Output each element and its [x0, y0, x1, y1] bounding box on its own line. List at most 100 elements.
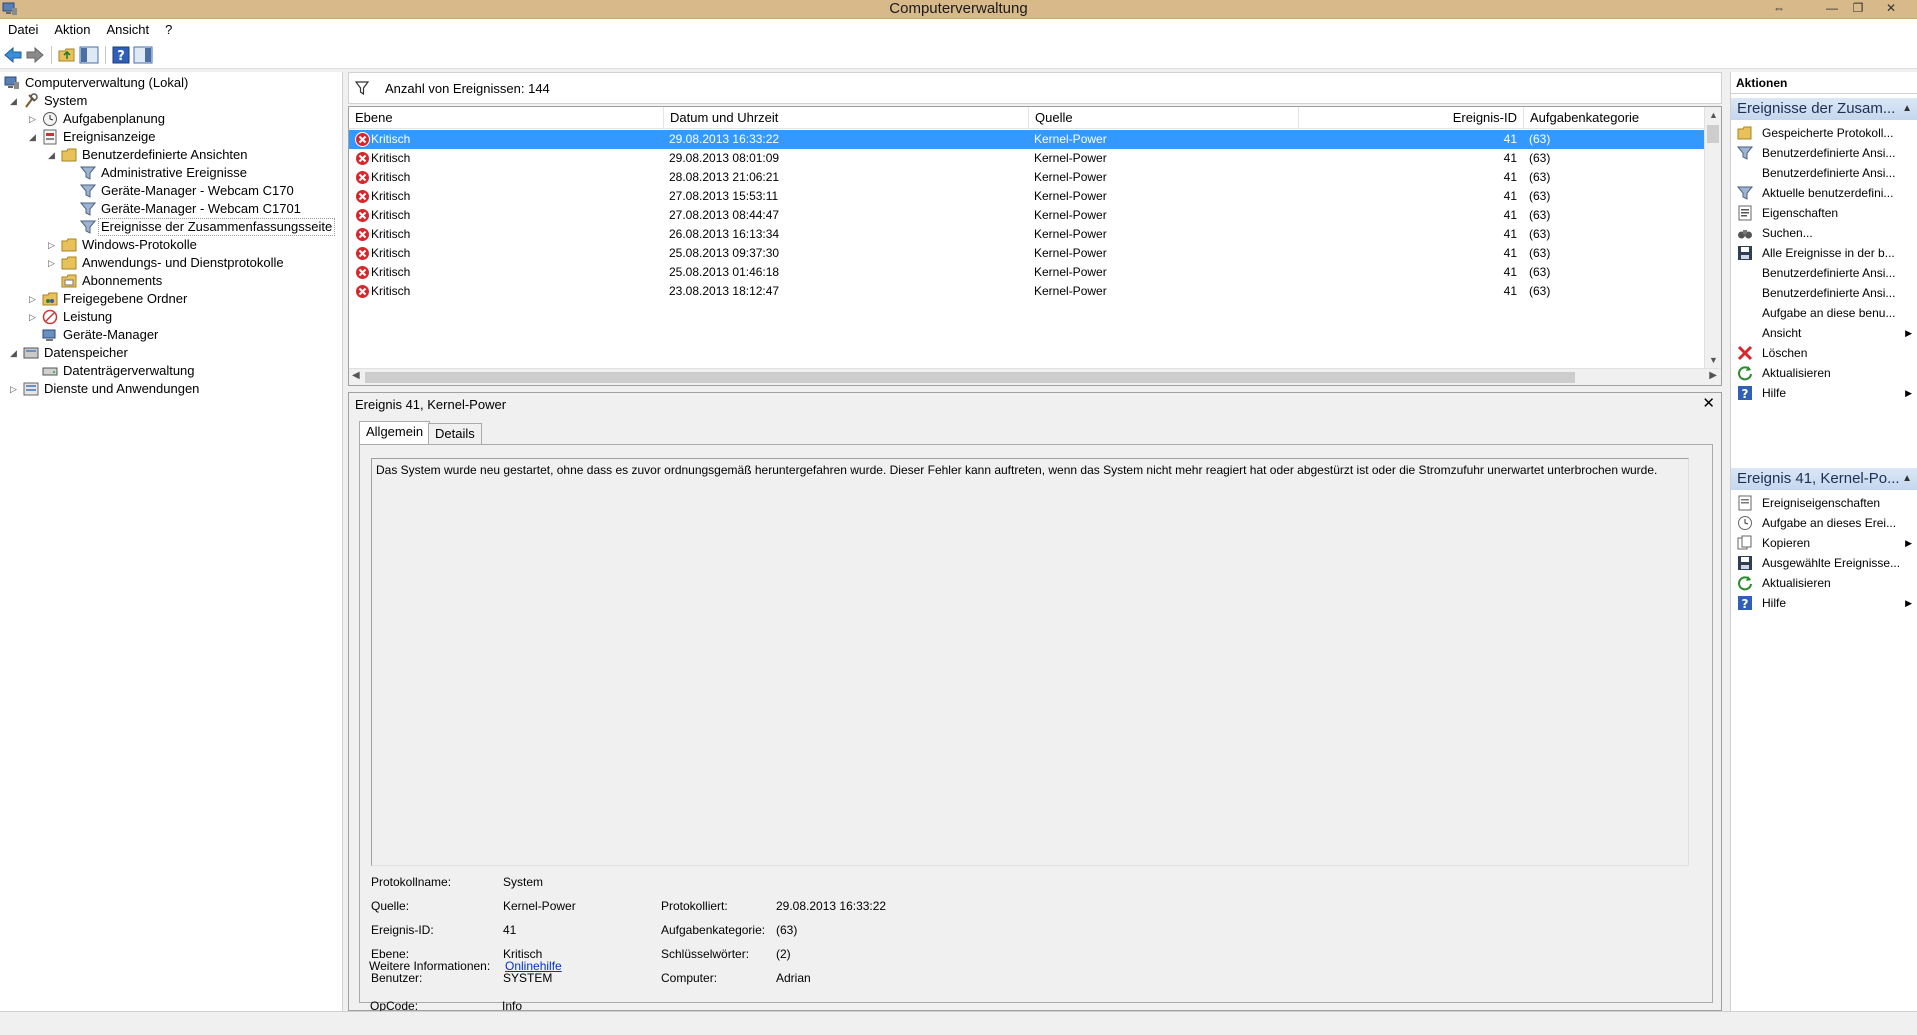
scroll-down-icon[interactable]: ▼ [1705, 352, 1721, 369]
column-header-datum[interactable]: Datum und Uhrzeit [663, 107, 1028, 129]
cell-level: Kritisch [371, 189, 411, 203]
action-label: Hilfe [1762, 386, 1787, 400]
action-item[interactable]: Gespeicherte Protokoll... [1731, 122, 1917, 144]
show-hide-action-pane-icon[interactable] [133, 45, 153, 65]
maximize-button[interactable]: ❐ [1845, 0, 1871, 18]
system-tools-icon [25, 93, 38, 108]
column-header-aufgabenkategorie[interactable]: Aufgabenkategorie [1523, 107, 1704, 129]
action-item[interactable]: ? Hilfe ▶ [1731, 592, 1917, 614]
menu-ansicht[interactable]: Ansicht [99, 19, 158, 41]
expanded-arrow-icon[interactable]: ◢ [10, 92, 20, 110]
action-item[interactable]: Aktualisieren [1731, 572, 1917, 594]
cell-event-id: 41 [1503, 151, 1517, 165]
action-item[interactable]: Löschen [1731, 342, 1917, 364]
performance-icon [42, 309, 58, 325]
action-item[interactable]: Benutzerdefinierte Ansi... [1731, 282, 1917, 304]
action-item[interactable]: Kopieren ▶ [1731, 532, 1917, 554]
vertical-scrollbar[interactable]: ▲ ▼ [1704, 107, 1721, 369]
scroll-right-icon[interactable]: ▶ [1709, 370, 1717, 381]
action-item[interactable]: Benutzerdefinierte Ansi... [1731, 162, 1917, 184]
menu-help[interactable]: ? [157, 19, 180, 41]
collapsed-arrow-icon[interactable]: ▷ [48, 236, 58, 254]
device-manager-icon [42, 329, 56, 341]
action-item[interactable]: Benutzerdefinierte Ansi... [1731, 262, 1917, 284]
critical-error-icon [355, 208, 370, 223]
help-icon[interactable]: ? [111, 45, 131, 65]
action-item[interactable]: Aufgabe an dieses Erei... [1731, 512, 1917, 534]
storage-icon [23, 347, 39, 359]
action-item[interactable]: Ansicht ▶ [1731, 322, 1917, 344]
event-message[interactable]: Das System wurde neu gestartet, ohne das… [371, 458, 1689, 866]
column-header-quelle[interactable]: Quelle [1028, 107, 1298, 129]
action-item[interactable]: Benutzerdefinierte Ansi... [1731, 142, 1917, 164]
tree-item-label: Datenträgerverwaltung [63, 363, 195, 378]
close-icon[interactable]: ✕ [1702, 394, 1715, 412]
table-row[interactable]: Kritisch 28.08.2013 21:06:21 Kernel-Power 4… [349, 168, 1704, 187]
column-header-ereignis-id[interactable]: Ereignis-ID [1298, 107, 1523, 129]
actions-section-event[interactable]: Ereignis 41, Kernel-Po... ▲ [1731, 468, 1917, 490]
critical-error-icon [355, 132, 370, 147]
table-row[interactable]: Kritisch 27.08.2013 15:53:11 Kernel-Power 4… [349, 187, 1704, 206]
actions-section-view[interactable]: Ereignisse der Zusam... ▲ [1731, 98, 1917, 120]
expanded-arrow-icon[interactable]: ◢ [10, 344, 20, 362]
cell-event-id: 41 [1503, 208, 1517, 222]
action-item[interactable]: Aktualisieren [1731, 362, 1917, 384]
table-row[interactable]: Kritisch 23.08.2013 18:12:47 Kernel-Power 4… [349, 282, 1704, 301]
show-hide-tree-icon[interactable] [79, 45, 99, 65]
cell-source: Kernel-Power [1034, 170, 1107, 184]
minimize-button[interactable]: — [1819, 0, 1845, 18]
table-row[interactable]: Kritisch 29.08.2013 16:33:22 Kernel-Power 4… [349, 130, 1704, 149]
menu-aktion[interactable]: Aktion [46, 19, 98, 41]
expanded-arrow-icon[interactable]: ◢ [48, 146, 58, 164]
action-label: Hilfe [1762, 596, 1787, 610]
up-folder-icon[interactable] [57, 45, 77, 65]
action-label: Löschen [1762, 346, 1808, 360]
action-item[interactable]: Alle Ereignisse in der b... [1731, 242, 1917, 264]
action-item[interactable]: Suchen... [1731, 222, 1917, 244]
onlinehilfe-link[interactable]: Onlinehilfe [505, 959, 562, 973]
table-row[interactable]: Kritisch 27.08.2013 08:44:47 Kernel-Power 4… [349, 206, 1704, 225]
table-row[interactable]: Kritisch 26.08.2013 16:13:34 Kernel-Power 4… [349, 225, 1704, 244]
tab-details[interactable]: Details [428, 423, 482, 445]
toolbar-separator [51, 46, 52, 64]
action-label: Aktualisieren [1762, 576, 1831, 590]
action-label: Benutzerdefinierte Ansi... [1762, 146, 1896, 160]
event-properties-icon [1738, 495, 1752, 511]
collapsed-arrow-icon[interactable]: ▷ [29, 308, 39, 326]
forward-arrow-icon[interactable] [25, 45, 45, 65]
action-item[interactable]: ? Hilfe ▶ [1731, 382, 1917, 404]
tree-item-label: Ereignisse der Zusammenfassungsseite [98, 218, 336, 236]
tab-allgemein[interactable]: Allgemein [359, 421, 431, 445]
action-item[interactable]: Aktuelle benutzerdefini... [1731, 182, 1917, 204]
collapsed-arrow-icon[interactable]: ▷ [29, 290, 39, 308]
collapse-up-icon[interactable]: ▲ [1902, 468, 1912, 490]
collapsed-arrow-icon[interactable]: ▷ [29, 110, 39, 128]
tree-item-label: Ereignisanzeige [63, 129, 156, 144]
collapsed-arrow-icon[interactable]: ▷ [10, 380, 20, 398]
back-arrow-icon[interactable] [3, 45, 23, 65]
table-row[interactable]: Kritisch 25.08.2013 01:46:18 Kernel-Power 4… [349, 263, 1704, 282]
table-row[interactable]: Kritisch 29.08.2013 08:01:09 Kernel-Power 4… [349, 149, 1704, 168]
close-button[interactable]: ✕ [1878, 0, 1904, 18]
scroll-up-icon[interactable]: ▲ [1705, 107, 1721, 124]
label-schluesselwoerter: Schlüsselwörter: [661, 947, 750, 961]
column-header-ebene[interactable]: Ebene [349, 107, 393, 129]
menu-bar: Datei Aktion Ansicht? [0, 19, 1917, 41]
binoculars-icon [1738, 230, 1752, 239]
horizontal-scrollbar[interactable]: ◀ ▶ [349, 368, 1721, 385]
scroll-left-icon[interactable]: ◀ [352, 370, 360, 381]
action-item[interactable]: Eigenschaften [1731, 202, 1917, 224]
event-viewer-icon [43, 129, 57, 145]
expanded-arrow-icon[interactable]: ◢ [29, 128, 39, 146]
menu-datei[interactable]: Datei [0, 19, 46, 41]
resize-button[interactable]: ⇔ [1766, 0, 1792, 18]
scrollbar-thumb[interactable] [1707, 125, 1719, 143]
table-row[interactable]: Kritisch 25.08.2013 09:37:30 Kernel-Power 4… [349, 244, 1704, 263]
action-item[interactable]: Ausgewählte Ereignisse... [1731, 552, 1917, 574]
action-item[interactable]: Ereigniseigenschaften [1731, 492, 1917, 514]
scrollbar-thumb[interactable] [365, 372, 1575, 383]
action-item[interactable]: Aufgabe an diese benu... [1731, 302, 1917, 324]
critical-error-icon [355, 265, 370, 280]
collapse-up-icon[interactable]: ▲ [1902, 98, 1912, 120]
collapsed-arrow-icon[interactable]: ▷ [48, 254, 58, 272]
